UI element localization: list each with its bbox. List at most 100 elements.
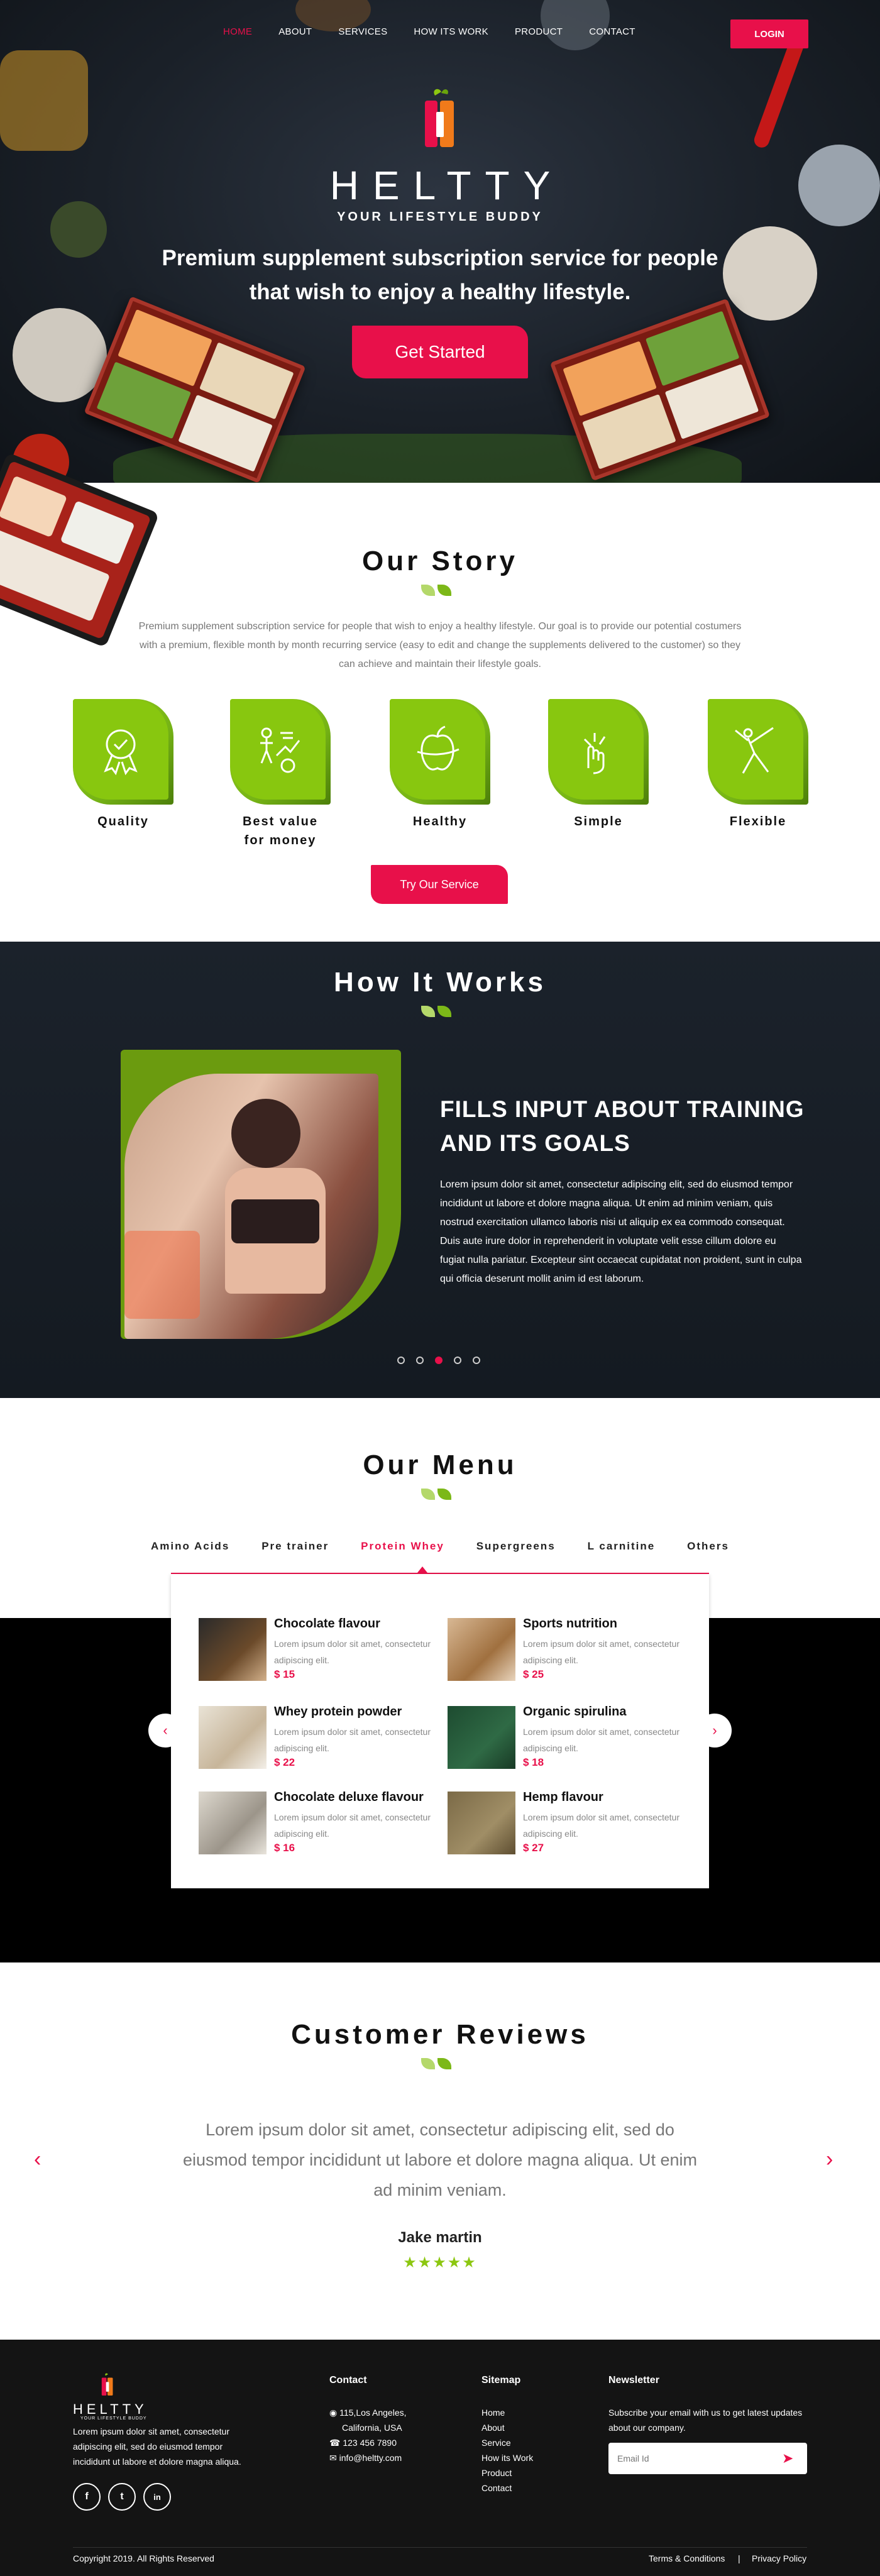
garlic-decoration [13,308,107,402]
location-pin-icon: ◉ [329,2408,338,2418]
product-description: Lorem ipsum dolor sit amet, consectetur … [523,1727,679,1753]
feature-flexible: Flexible [708,699,808,831]
logo-icon [425,89,454,147]
newsletter-heading: Newsletter [608,2375,659,2386]
menu-item[interactable]: Organic spirulina Lorem ipsum dolor sit … [448,1705,686,1775]
tab-others[interactable]: Others [687,1540,729,1553]
send-icon[interactable]: ➤ [782,2450,793,2467]
contact-heading: Contact [329,2375,367,2386]
footer-divider [73,2547,807,2548]
nav-product[interactable]: PRODUCT [515,26,563,37]
reviews-title: Customer Reviews [291,2019,589,2050]
star-icon: ★ [447,2254,463,2271]
menu-next-button[interactable]: › [698,1714,732,1748]
footer-brand: HELTTY [73,2401,148,2417]
get-started-button[interactable]: Get Started [352,326,528,378]
newsletter-text: Subscribe your email with us to get late… [608,2408,803,2433]
phone-number: 123 456 7890 [343,2438,397,2448]
nav-services[interactable]: SERVICES [338,26,387,37]
sitemap-home[interactable]: Home [481,2405,533,2420]
feature-label: Best value for money [242,815,319,847]
star-icon: ★ [403,2254,418,2271]
menu-item[interactable]: Chocolate deluxe flavour Lorem ipsum dol… [199,1790,437,1861]
sitemap-how-its-work[interactable]: How its Work [481,2450,533,2465]
oil-bottle-decoration [0,50,88,151]
facebook-icon[interactable]: f [73,2483,101,2511]
bento-box-right [549,298,771,482]
slider-dot[interactable] [454,1357,461,1364]
product-description: Lorem ipsum dolor sit amet, consectetur … [274,1812,431,1839]
try-service-button[interactable]: Try Our Service [371,865,508,904]
feature-simple: Simple [548,699,649,831]
nav-contact[interactable]: CONTACT [589,26,635,37]
slider-dot[interactable] [416,1357,424,1364]
menu-item[interactable]: Hemp flavour Lorem ipsum dolor sit amet,… [448,1790,686,1861]
tab-protein-whey[interactable]: Protein Whey [361,1540,444,1553]
product-price: $ 18 [523,1756,544,1768]
reviewer-name: Jake martin [398,2229,482,2246]
how-it-works-section: How It Works FILLS INPUT ABOUT TRAINING … [0,942,880,1398]
star-icon: ★ [432,2254,448,2271]
star-icon: ★ [462,2254,477,2271]
feature-label: Simple [574,815,623,828]
menu-item[interactable]: Whey protein powder Lorem ipsum dolor si… [199,1705,437,1775]
yoga-pose-icon [735,727,774,774]
product-name: Chocolate deluxe flavour [274,1790,424,1804]
tab-amino-acids[interactable]: Amino Acids [151,1540,229,1553]
how-text: Lorem ipsum dolor sit amet, consectetur … [440,1179,802,1284]
product-image [199,1792,267,1854]
hero-headline-line-1: Premium supplement subscription service … [162,246,718,270]
sitemap-contact[interactable]: Contact [481,2480,533,2496]
value-growth-icon [260,727,300,773]
terms-link[interactable]: Terms & Conditions [649,2553,725,2563]
product-image [448,1618,515,1681]
login-button[interactable]: LOGIN [730,19,808,48]
menu-card: Chocolate flavour Lorem ipsum dolor sit … [171,1574,709,1888]
menu-item[interactable]: Chocolate flavour Lorem ipsum dolor sit … [199,1617,437,1687]
nav-home[interactable]: HOME [223,26,252,37]
menu-prev-button[interactable]: ‹ [148,1714,182,1748]
review-next-arrow[interactable]: › [826,2147,833,2172]
newsletter-email-input[interactable] [608,2443,807,2474]
product-name: Whey protein powder [274,1705,402,1719]
privacy-link[interactable]: Privacy Policy [752,2553,806,2563]
phone-icon: ☎ [329,2438,341,2448]
tab-l-carnitine[interactable]: L carnitine [588,1540,656,1553]
menu-item[interactable]: Sports nutrition Lorem ipsum dolor sit a… [448,1617,686,1687]
product-price: $ 27 [523,1842,544,1854]
sitemap-list: Home About Service How its Work Product … [481,2405,533,2496]
sitemap-product[interactable]: Product [481,2465,533,2480]
instagram-icon[interactable]: in [143,2483,171,2511]
main-nav: HOME ABOUT SERVICES HOW ITS WORK PRODUCT… [223,26,662,37]
ribbon-award-icon [104,729,138,776]
training-photo [124,1074,378,1339]
review-text: Lorem ipsum dolor sit amet, consectetur … [183,2120,697,2199]
nav-about[interactable]: ABOUT [278,26,312,37]
feature-healthy: Healthy [390,699,490,831]
chevron-left-icon: ‹ [163,1722,168,1738]
review-prev-arrow[interactable]: ‹ [34,2147,41,2172]
how-heading-line-1: FILLS INPUT ABOUT TRAINING [440,1096,805,1122]
slider-dot-active[interactable] [435,1357,443,1364]
slider-dot[interactable] [473,1357,480,1364]
feature-label: Flexible [729,815,787,828]
sitemap-about[interactable]: About [481,2420,533,2435]
chevron-right-icon: › [712,1722,717,1738]
slider-dot[interactable] [397,1357,405,1364]
product-name: Chocolate flavour [274,1617,380,1631]
hero-section: HOME ABOUT SERVICES HOW ITS WORK PRODUCT… [0,0,880,483]
tab-pre-trainer[interactable]: Pre trainer [261,1540,329,1553]
twitter-icon[interactable]: t [108,2483,136,2511]
nav-how-its-work[interactable]: HOW ITS WORK [414,26,488,37]
active-tab-pointer [417,1566,427,1573]
email-address[interactable]: info@heltty.com [339,2453,402,2463]
product-name: Sports nutrition [523,1617,617,1631]
product-description: Lorem ipsum dolor sit amet, consectetur … [274,1727,431,1753]
address-line-1: 115,Los Angeles, [339,2408,407,2418]
menu-title: Our Menu [363,1450,517,1480]
feature-value: Best value for money [230,699,331,850]
hero-headline-line-2: that wish to enjoy a healthy lifestyle. [249,280,631,304]
tab-supergreens[interactable]: Supergreens [476,1540,556,1553]
sitemap-service[interactable]: Service [481,2435,533,2450]
leaf-divider-icon [421,1005,459,1020]
